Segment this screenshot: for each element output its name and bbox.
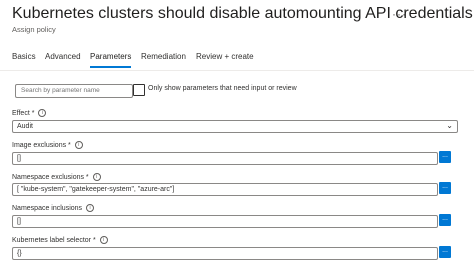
namespace-inclusions-edit-button[interactable]: ... bbox=[439, 214, 451, 226]
image-exclusions-label-text: Image exclusions * bbox=[12, 141, 71, 149]
namespace-exclusions-label: Namespace exclusions * i bbox=[12, 173, 101, 181]
namespace-inclusions-label-text: Namespace inclusions bbox=[12, 204, 83, 212]
chevron-down-icon: ⌄ bbox=[446, 121, 453, 130]
show-required-label: Only show parameters that need input or … bbox=[148, 85, 297, 92]
search-input[interactable] bbox=[15, 84, 133, 98]
image-exclusions-edit-button[interactable]: ... bbox=[439, 151, 451, 163]
effect-label: Effect * i bbox=[12, 109, 47, 117]
namespace-exclusions-edit-button[interactable]: ... bbox=[439, 182, 451, 194]
effect-value: Audit bbox=[17, 123, 33, 130]
info-icon[interactable]: i bbox=[74, 141, 83, 149]
tab-review-create[interactable]: Review + create bbox=[196, 52, 254, 61]
namespace-exclusions-label-text: Namespace exclusions * bbox=[12, 173, 89, 181]
info-icon[interactable]: i bbox=[38, 109, 47, 117]
label-selector-edit-button[interactable]: ... bbox=[439, 246, 451, 258]
namespace-exclusions-input[interactable]: [ "kube-system", "gatekeeper-system", "a… bbox=[12, 183, 438, 196]
info-icon[interactable]: i bbox=[86, 204, 95, 212]
tab-remediation[interactable]: Remediation bbox=[141, 52, 186, 61]
tab-divider bbox=[0, 70, 474, 71]
effect-label-text: Effect * bbox=[12, 109, 35, 117]
namespace-inclusions-input[interactable]: [] bbox=[12, 215, 438, 228]
label-selector-input[interactable]: {} bbox=[12, 247, 438, 260]
tab-parameters[interactable]: Parameters bbox=[90, 52, 131, 61]
show-required-checkbox[interactable] bbox=[133, 84, 145, 96]
namespace-inclusions-label: Namespace inclusions i bbox=[12, 204, 95, 212]
tab-bar: Basics Advanced Parameters Remediation R… bbox=[12, 52, 472, 68]
tab-advanced[interactable]: Advanced bbox=[45, 52, 81, 61]
label-selector-label: Kubernetes label selector * i bbox=[12, 236, 108, 244]
active-tab-indicator bbox=[90, 66, 131, 68]
tab-basics[interactable]: Basics bbox=[12, 52, 36, 61]
image-exclusions-input[interactable]: [] bbox=[12, 152, 438, 165]
label-selector-label-text: Kubernetes label selector * bbox=[12, 236, 96, 244]
info-icon[interactable]: i bbox=[92, 173, 101, 181]
info-icon[interactable]: i bbox=[99, 236, 108, 244]
page-subtitle: Assign policy bbox=[12, 25, 56, 34]
effect-dropdown[interactable]: Audit ⌄ bbox=[12, 120, 458, 133]
image-exclusions-label: Image exclusions * i bbox=[12, 141, 83, 149]
ellipsis-icon[interactable]: ··· bbox=[392, 7, 407, 21]
